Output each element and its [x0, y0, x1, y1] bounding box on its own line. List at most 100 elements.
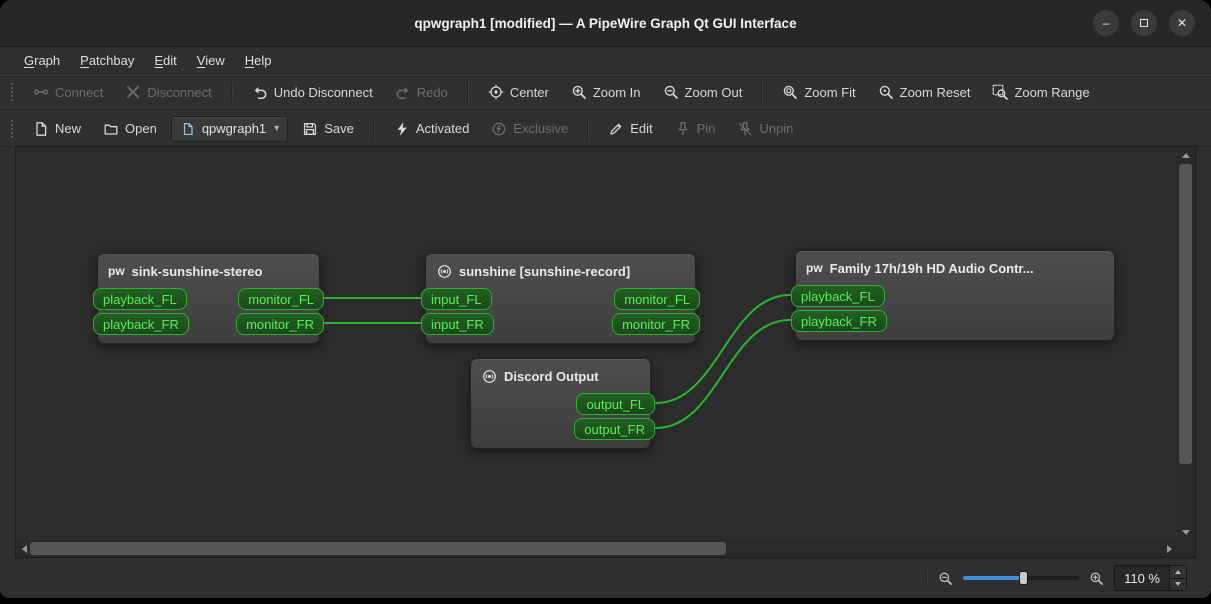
edit-button[interactable]: Edit — [600, 116, 660, 142]
horizontal-scrollbar[interactable] — [16, 540, 1177, 557]
graph-canvas[interactable]: pw sink-sunshine-stereo playback_FL moni… — [16, 147, 1177, 540]
edit-label: Edit — [630, 121, 653, 136]
scroll-up-arrow[interactable] — [1177, 147, 1194, 163]
vertical-scrollbar-thumb[interactable] — [1179, 164, 1192, 464]
patchbay-preset-combobox[interactable]: qpwgraph1 ▾ — [170, 115, 289, 142]
port-output-fl[interactable]: output_FL — [576, 393, 655, 415]
node-title: Family 17h/19h HD Audio Contr... — [829, 260, 1034, 276]
toolbar-separator — [230, 81, 233, 103]
minimize-button[interactable]: – — [1093, 10, 1119, 36]
scroll-down-arrow[interactable] — [1177, 524, 1194, 540]
port-playback-fr[interactable]: playback_FR — [93, 313, 189, 335]
node-sunshine-record[interactable]: sunshine [sunshine-record] input_FL moni… — [421, 253, 700, 344]
activated-button[interactable]: Activated — [386, 116, 477, 142]
statusbar: 110 % — [0, 558, 1211, 598]
port-monitor-fr[interactable]: monitor_FR — [612, 313, 700, 335]
media-node-icon — [481, 368, 497, 384]
port-output-fr[interactable]: output_FR — [574, 418, 655, 440]
zoom-fit-button[interactable]: Zoom Fit — [774, 79, 863, 105]
titlebar[interactable]: qpwgraph1 [modified] — A PipeWire Graph … — [0, 0, 1211, 47]
spin-up-button[interactable] — [1170, 566, 1186, 578]
menu-patchbay[interactable]: Patchbay — [70, 49, 144, 72]
undo-disconnect-button[interactable]: Undo Disconnect — [244, 79, 381, 105]
zoom-spinbox[interactable]: 110 % — [1114, 565, 1187, 591]
vertical-scrollbar[interactable] — [1177, 147, 1194, 540]
new-label: New — [55, 121, 82, 136]
menu-edit-label: dit — [163, 52, 177, 68]
unpin-button[interactable]: Unpin — [729, 116, 801, 142]
disconnect-icon — [125, 84, 141, 100]
menu-view-mnemonic: V — [196, 52, 206, 68]
exclusive-icon — [491, 121, 507, 137]
zoom-in-icon[interactable] — [1089, 571, 1104, 586]
menu-patchbay-label: atchbay — [88, 52, 135, 68]
port-monitor-fl[interactable]: monitor_FL — [614, 288, 700, 310]
redo-button[interactable]: Redo — [387, 79, 456, 105]
toolbar-separator — [587, 117, 590, 140]
zoom-out-button[interactable]: Zoom Out — [655, 79, 751, 105]
menu-help[interactable]: Help — [235, 49, 282, 72]
port-monitor-fl[interactable]: monitor_FL — [238, 288, 324, 310]
chevron-down-icon: ▾ — [274, 123, 280, 134]
save-button[interactable]: Save — [294, 116, 362, 142]
open-folder-icon — [103, 121, 119, 137]
maximize-button[interactable] — [1131, 10, 1157, 36]
unpin-label: Unpin — [759, 121, 794, 136]
graph-toolbar: Connect Disconnect Undo Disconnect Redo — [0, 74, 1211, 110]
spin-down-icon — [1175, 582, 1181, 587]
zoom-fit-icon — [782, 84, 798, 100]
port-input-fr[interactable]: input_FR — [421, 313, 494, 335]
node-family-hd-audio[interactable]: pw Family 17h/19h HD Audio Contr... play… — [791, 250, 1115, 341]
zoom-slider[interactable] — [963, 568, 1080, 588]
port-playback-fl[interactable]: playback_FL — [93, 288, 187, 310]
zoom-reset-button[interactable]: Zoom Reset — [870, 79, 979, 105]
horizontal-scrollbar-thumb[interactable] — [30, 542, 726, 555]
close-button[interactable]: ✕ — [1169, 10, 1195, 36]
center-icon — [488, 84, 504, 100]
disconnect-button[interactable]: Disconnect — [117, 79, 219, 105]
port-playback-fr[interactable]: playback_FR — [791, 310, 887, 332]
open-label: Open — [125, 121, 157, 136]
pin-label: Pin — [696, 121, 716, 136]
menu-view[interactable]: View — [187, 49, 235, 72]
menu-graph-mnemonic: G — [24, 52, 35, 68]
toolbar-separator — [761, 81, 764, 103]
zoom-in-button[interactable]: Zoom In — [563, 79, 649, 105]
spin-buttons — [1169, 566, 1186, 590]
pin-button[interactable]: Pin — [667, 116, 724, 142]
new-button[interactable]: New — [25, 116, 89, 142]
scroll-right-arrow[interactable] — [1161, 540, 1177, 557]
zoom-range-icon — [992, 84, 1009, 100]
exclusive-button[interactable]: Exclusive — [483, 116, 576, 142]
port-monitor-fr[interactable]: monitor_FR — [236, 313, 324, 335]
toolbar-drag-handle[interactable] — [10, 118, 14, 139]
menu-edit[interactable]: Edit — [144, 49, 186, 72]
port-input-fl[interactable]: input_FL — [421, 288, 492, 310]
statusbar-separator — [926, 569, 929, 587]
port-playback-fl[interactable]: playback_FL — [791, 285, 885, 307]
node-sink-sunshine-stereo[interactable]: pw sink-sunshine-stereo playback_FL moni… — [93, 253, 324, 344]
lightning-icon — [394, 121, 410, 137]
node-discord-output[interactable]: Discord Output output_FL output_FR — [470, 358, 655, 449]
zoom-reset-icon — [878, 84, 894, 100]
connect-button[interactable]: Connect — [25, 79, 111, 105]
save-label: Save — [324, 121, 354, 136]
menu-graph[interactable]: Graph — [14, 49, 70, 72]
node-title: Discord Output — [504, 368, 599, 384]
center-button[interactable]: Center — [480, 79, 557, 105]
zoom-out-icon[interactable] — [938, 571, 953, 586]
spin-down-button[interactable] — [1170, 577, 1186, 590]
toolbar-separator — [372, 117, 375, 140]
zoom-fit-label: Zoom Fit — [804, 84, 856, 100]
menu-help-label: elp — [254, 52, 272, 68]
maximize-icon — [1140, 19, 1148, 27]
zoom-range-button[interactable]: Zoom Range — [984, 79, 1097, 105]
menu-view-label: iew — [205, 52, 225, 68]
zoom-slider-handle[interactable] — [1019, 571, 1029, 585]
toolbar-drag-handle[interactable] — [10, 82, 14, 102]
zoom-value[interactable]: 110 % — [1115, 566, 1169, 590]
scrollbar-corner — [1177, 540, 1194, 557]
open-button[interactable]: Open — [95, 116, 165, 142]
node-title: sink-sunshine-stereo — [131, 263, 263, 279]
node-header: Discord Output — [471, 365, 650, 389]
